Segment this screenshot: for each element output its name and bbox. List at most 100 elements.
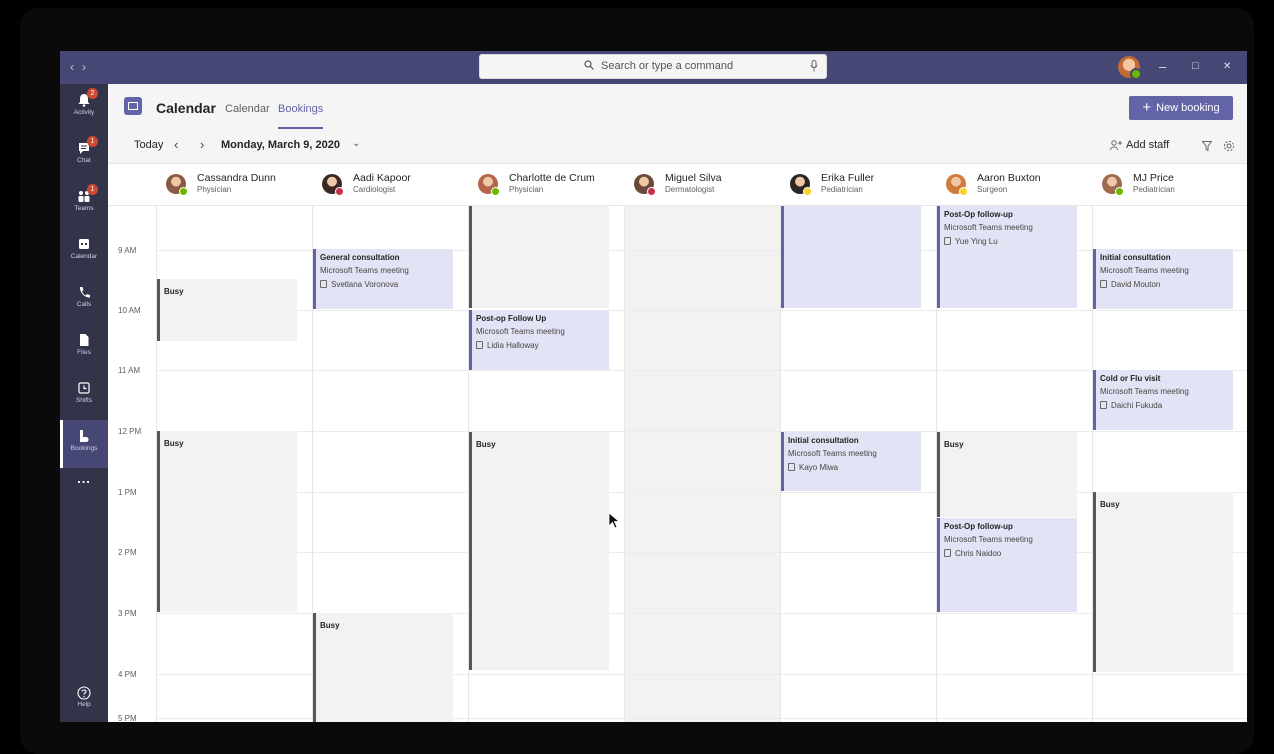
booking-event[interactable]: Initial consultation Microsoft Teams meet… xyxy=(781,432,921,491)
person-icon xyxy=(944,237,951,245)
back-arrow-icon[interactable]: ‹ xyxy=(70,60,82,74)
rail-label-activity: Activity xyxy=(73,109,95,116)
rail-item-teams[interactable]: 1 Teams xyxy=(60,180,108,228)
staff-role: Physician xyxy=(509,185,544,194)
hour-line xyxy=(156,492,1247,493)
time-label: 2 PM xyxy=(118,548,137,557)
attendee-name: Chris Naidoo xyxy=(955,549,1002,558)
staff-header[interactable]: Aadi Kapoor Cardiologist xyxy=(312,164,468,205)
staff-header[interactable]: Erika Fuller Pediatrician xyxy=(780,164,936,205)
hour-line xyxy=(156,552,1247,553)
booking-event[interactable]: Post-op Follow Up Microsoft Teams meeting… xyxy=(469,310,609,370)
history-nav[interactable]: ‹› xyxy=(70,60,94,74)
event-title: Busy xyxy=(320,621,340,630)
prev-day-button[interactable]: ‹ xyxy=(174,137,178,152)
busy-block[interactable]: Busy xyxy=(1093,492,1233,672)
event-title: Busy xyxy=(164,439,184,448)
hour-line xyxy=(156,370,1247,371)
event-title: Initial consultation xyxy=(1100,253,1171,262)
booking-event[interactable]: Post-Op follow-up Microsoft Teams meeting… xyxy=(937,518,1077,612)
gear-icon[interactable] xyxy=(1223,140,1235,152)
avatar xyxy=(478,174,500,196)
rail-item-calls[interactable]: Calls xyxy=(60,276,108,324)
add-staff-icon[interactable] xyxy=(1110,140,1122,151)
next-day-button[interactable]: › xyxy=(200,137,204,152)
chevron-down-icon[interactable]: ⌄ xyxy=(352,138,360,149)
rail-item-chat[interactable]: 1 Chat xyxy=(60,132,108,180)
rail-label-chat: Chat xyxy=(77,157,91,164)
staff-header[interactable]: Cassandra Dunn Physician xyxy=(156,164,312,205)
staff-header[interactable]: MJ Price Pediatrician xyxy=(1092,164,1247,205)
today-button[interactable]: Today xyxy=(134,139,163,151)
staff-header[interactable]: Aaron Buxton Surgeon xyxy=(936,164,1092,205)
rail-label-bookings: Bookings xyxy=(70,445,98,452)
time-label: 11 AM xyxy=(118,366,141,375)
rail-label-teams: Teams xyxy=(74,205,94,212)
staff-name: Erika Fuller xyxy=(821,172,875,184)
current-date[interactable]: Monday, March 9, 2020 xyxy=(221,139,340,151)
search-icon xyxy=(584,60,594,70)
rail-item-shifts[interactable]: Shifts xyxy=(60,372,108,420)
presence-dot xyxy=(1130,68,1142,80)
booking-event[interactable]: General consultation Microsoft Teams meet… xyxy=(313,249,453,309)
event-title: Busy xyxy=(476,440,496,449)
avatar xyxy=(166,174,188,196)
time-label: 1 PM xyxy=(118,488,137,497)
more-apps-button[interactable]: ... xyxy=(60,468,108,498)
close-button[interactable]: ✕ xyxy=(1223,61,1231,72)
attendee-name: Yue Ying Lu xyxy=(955,237,998,246)
person-icon xyxy=(320,280,327,288)
search-placeholder: Search or type a command xyxy=(601,60,734,72)
staff-name: Charlotte de Crum xyxy=(509,172,595,184)
rail-label-calendar: Calendar xyxy=(70,253,98,260)
time-label: 12 PM xyxy=(118,427,142,436)
busy-block[interactable]: Busy xyxy=(157,279,297,341)
microphone-icon[interactable] xyxy=(810,60,818,72)
attendee-name: Kayo Miwa xyxy=(799,463,839,472)
rail-item-activity[interactable]: 2 Activity xyxy=(60,84,108,132)
rail-item-bookings[interactable]: Bookings xyxy=(60,420,108,468)
booking-event[interactable] xyxy=(781,206,921,308)
staff-header[interactable]: Miguel Silva Dermatologist xyxy=(624,164,780,205)
staff-header[interactable]: Charlotte de Crum Physician xyxy=(468,164,624,205)
busy-block[interactable]: Busy xyxy=(313,613,453,722)
tab-bookings[interactable]: Bookings xyxy=(278,103,324,129)
new-booking-button[interactable]: + New booking xyxy=(1129,96,1233,120)
date-toolbar: Today ‹ › Monday, March 9, 2020 ⌄ Add st… xyxy=(108,129,1247,164)
staff-name: Miguel Silva xyxy=(665,172,722,184)
minimize-button[interactable]: – xyxy=(1159,59,1166,74)
avatar xyxy=(790,174,812,196)
event-title: Post-Op follow-up xyxy=(944,210,1013,219)
forward-arrow-icon[interactable]: › xyxy=(82,60,94,74)
column-divider xyxy=(624,206,625,722)
busy-block[interactable]: Busy xyxy=(937,432,1077,517)
app-header: Calendar Calendar Bookings + New booking xyxy=(108,84,1247,129)
booking-event[interactable]: Initial consultation Microsoft Teams meet… xyxy=(1093,249,1233,309)
avatar xyxy=(322,174,344,196)
presence-dot xyxy=(647,187,656,196)
event-attendee: Svetlana Voronova xyxy=(320,277,453,293)
busy-block[interactable] xyxy=(469,206,609,308)
rail-item-files[interactable]: Files xyxy=(60,324,108,372)
rail-item-calendar[interactable]: Calendar xyxy=(60,228,108,276)
add-staff-button[interactable]: Add staff xyxy=(1126,139,1169,151)
booking-event[interactable]: Post-Op follow-up Microsoft Teams meeting… xyxy=(937,206,1077,308)
tab-calendar[interactable]: Calendar xyxy=(225,103,270,115)
help-icon xyxy=(77,686,91,700)
rail-item-help[interactable]: Help xyxy=(60,680,108,720)
staff-name: MJ Price xyxy=(1133,172,1174,184)
schedule-grid: 9 AM 10 AM 11 AM 12 PM 1 PM 2 PM 3 PM 4 PM 5 PM B… xyxy=(108,206,1247,722)
page-title: Calendar xyxy=(156,100,216,116)
rail-label-shifts: Shifts xyxy=(75,397,93,404)
busy-block[interactable]: Busy xyxy=(469,432,609,670)
user-avatar[interactable] xyxy=(1118,56,1142,80)
event-title: Post-Op follow-up xyxy=(944,522,1013,531)
event-attendee: Chris Naidoo xyxy=(944,546,1077,562)
maximize-button[interactable]: □ xyxy=(1192,60,1199,72)
busy-block[interactable]: Busy xyxy=(157,431,297,612)
booking-event[interactable]: Cold or Flu visit Microsoft Teams meeting… xyxy=(1093,370,1233,430)
new-booking-label: New booking xyxy=(1156,102,1220,114)
filter-icon[interactable] xyxy=(1202,141,1212,151)
search-bar[interactable]: Search or type a command xyxy=(479,54,827,79)
event-subtitle: Microsoft Teams meeting xyxy=(1100,387,1189,396)
